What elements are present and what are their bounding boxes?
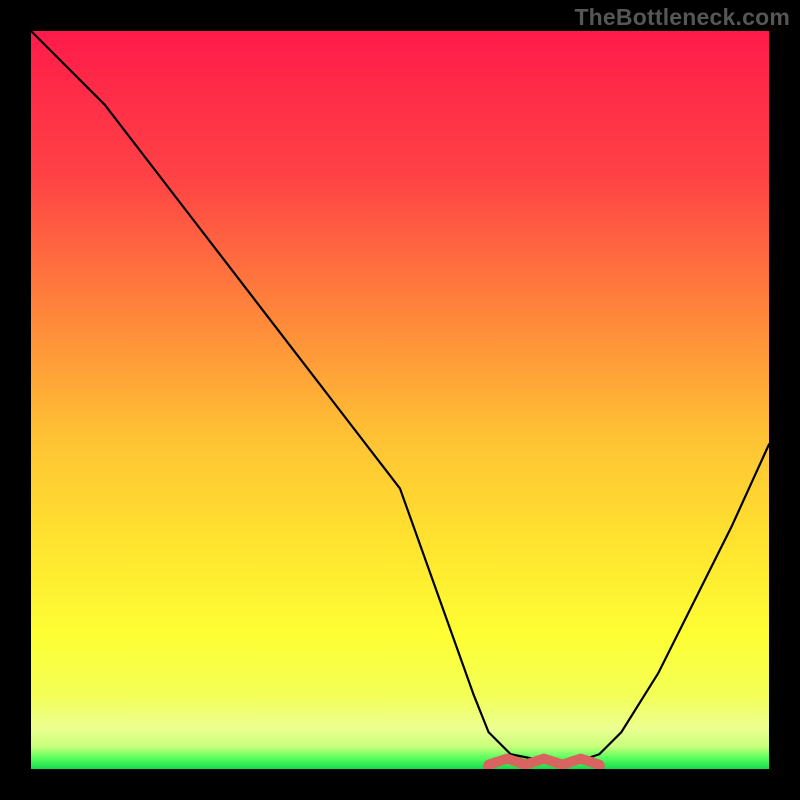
optimal-marker <box>489 759 600 765</box>
gradient-background <box>31 31 769 769</box>
chart-svg <box>31 31 769 769</box>
plot-area <box>31 31 769 769</box>
watermark-text: TheBottleneck.com <box>574 4 790 31</box>
chart-frame: TheBottleneck.com <box>0 0 800 800</box>
